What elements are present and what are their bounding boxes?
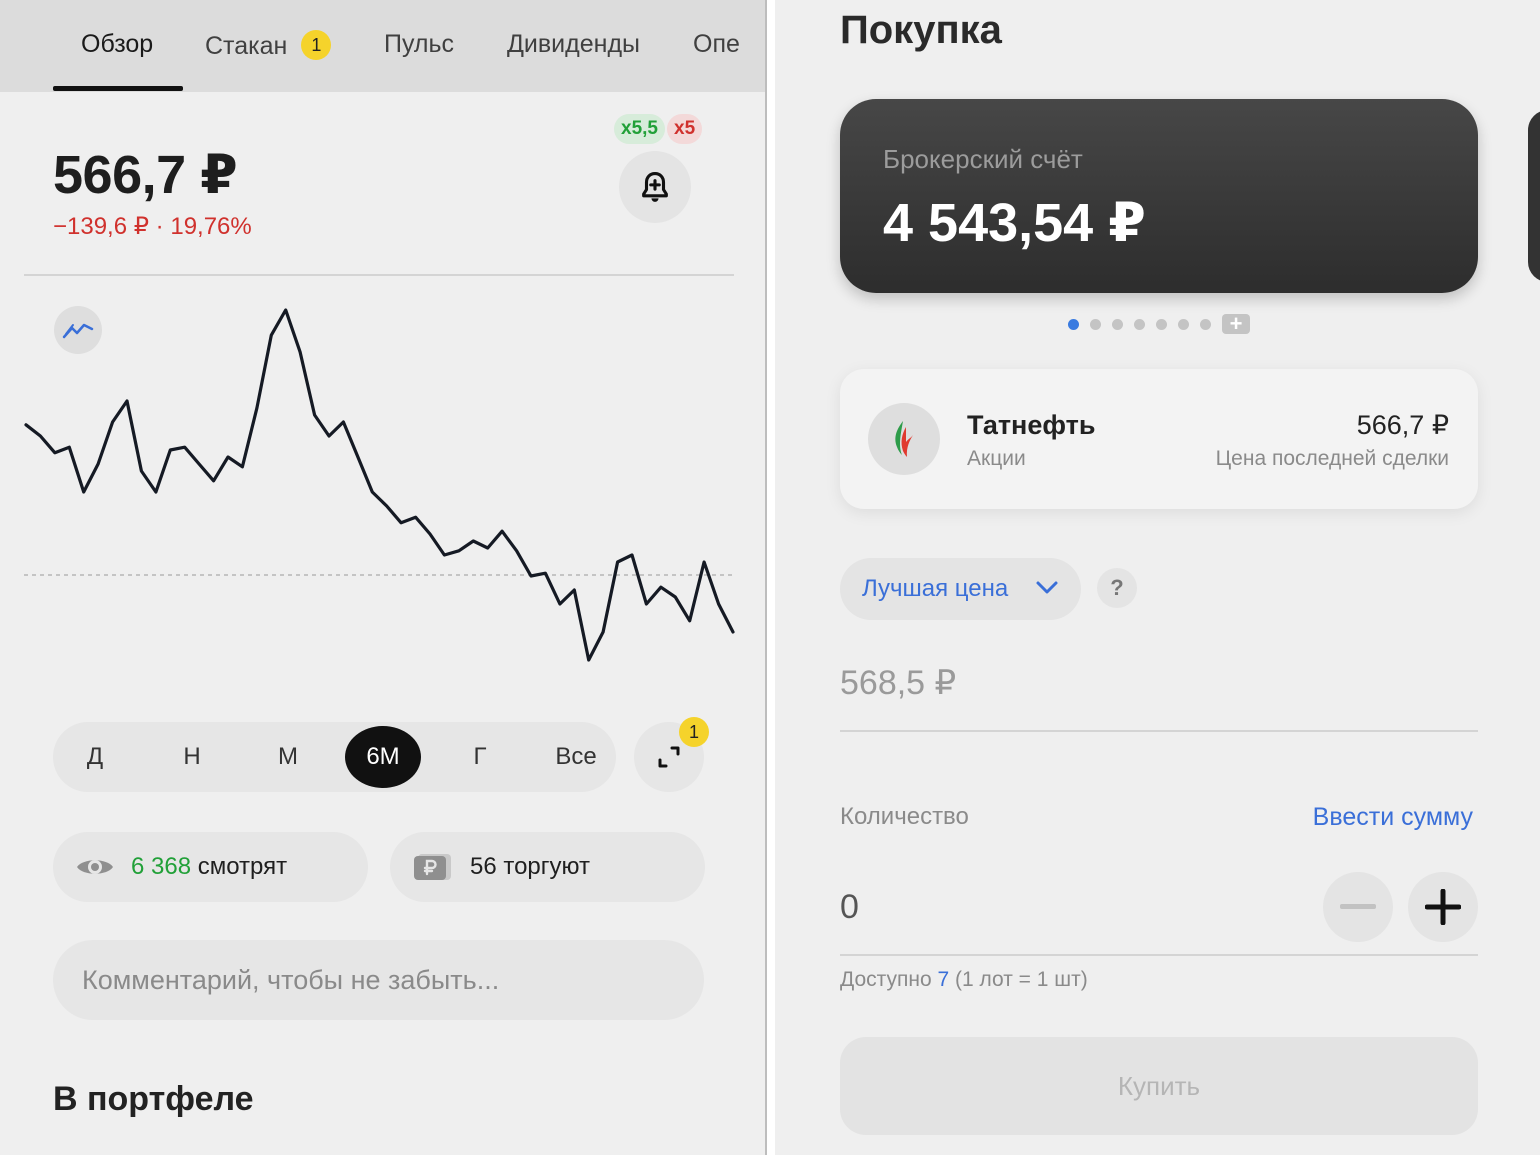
pager-dot[interactable] <box>1156 318 1167 330</box>
comment-input[interactable]: Комментарий, чтобы не забыть... <box>53 940 704 1020</box>
tab-pulse[interactable]: Пульс <box>384 30 454 59</box>
period-6m[interactable]: 6М <box>345 726 421 788</box>
order-book-badge: 1 <box>301 30 332 60</box>
eye-icon <box>77 860 113 874</box>
trend-icon <box>62 323 94 339</box>
pager-dot[interactable] <box>1090 318 1101 330</box>
leverage-long-badge: x5,5 <box>614 114 665 144</box>
pager-dot[interactable] <box>1134 318 1145 330</box>
buy-button[interactable]: Купить <box>840 1037 1478 1135</box>
active-tab-indicator <box>53 86 183 91</box>
increment-button[interactable] <box>1408 872 1478 942</box>
leverage-short-badge: x5 <box>667 114 703 144</box>
next-account-card[interactable] <box>1528 110 1540 282</box>
help-button[interactable]: ? <box>1097 568 1137 608</box>
available-suffix: (1 лот = 1 шт) <box>955 968 1088 991</box>
available-info: Доступно 7 (1 лот = 1 шт) <box>840 968 1088 992</box>
last-price: 566,7 ₽ <box>1356 410 1449 440</box>
add-account-icon[interactable]: + <box>1222 313 1250 335</box>
minus-icon <box>1340 904 1376 909</box>
chevron-down-icon <box>1036 581 1058 594</box>
current-price: 566,7 ₽ <box>53 145 238 205</box>
page-title: Покупка <box>840 8 1002 52</box>
order-type-label: Лучшая цена <box>862 575 1009 602</box>
account-label: Брокерский счёт <box>883 144 1083 174</box>
quantity-label: Количество <box>840 803 969 830</box>
buy-order-panel: Покупка Брокерский счёт 4 543,54 ₽ + Тат… <box>775 0 1540 1155</box>
fullscreen-badge: 1 <box>679 717 709 747</box>
period-year[interactable]: Г <box>438 722 522 792</box>
account-pager: + <box>1068 313 1250 335</box>
tab-overview[interactable]: Обзор <box>81 30 153 59</box>
price-line <box>24 308 735 662</box>
last-price-label: Цена последней сделки <box>1215 447 1449 470</box>
ruble-card-icon <box>414 854 451 880</box>
instrument-overview-panel: Обзор Стакан 1 Пульс Дивиденды Опе 566,7 … <box>0 0 765 1155</box>
period-month[interactable]: М <box>246 722 330 792</box>
decrement-button[interactable] <box>1323 872 1393 942</box>
tab-order-book[interactable]: Стакан 1 <box>205 30 332 61</box>
available-count: 7 <box>937 968 950 991</box>
order-type-select[interactable]: Лучшая цена <box>840 558 1081 620</box>
price-alert-button[interactable] <box>619 151 691 223</box>
watchers-pill[interactable]: 6 368 смотрят <box>53 832 368 902</box>
available-prefix: Доступно <box>840 968 932 991</box>
limit-price-field[interactable]: 568,5 ₽ <box>840 663 956 703</box>
account-card[interactable]: Брокерский счёт 4 543,54 ₽ <box>840 99 1478 293</box>
tab-bar: Обзор Стакан 1 Пульс Дивиденды Опе <box>0 0 765 92</box>
watchers-count: 6 368 <box>131 853 192 880</box>
enter-sum-link[interactable]: Ввести сумму <box>1313 803 1473 832</box>
instrument-type: Акции <box>967 447 1026 470</box>
tab-dividends[interactable]: Дивиденды <box>507 30 640 59</box>
panel-divider <box>765 0 775 1155</box>
divider-line <box>840 954 1478 956</box>
divider-line <box>24 274 734 276</box>
tab-order-book-label: Стакан <box>205 32 288 60</box>
divider-line <box>840 730 1478 732</box>
period-selector: Д Н М 6М Г Все <box>53 722 616 792</box>
bell-plus-icon <box>642 171 668 202</box>
pager-dot[interactable] <box>1200 318 1211 330</box>
period-week[interactable]: Н <box>150 722 234 792</box>
plus-icon <box>1425 889 1461 925</box>
pager-dot[interactable] <box>1178 318 1189 330</box>
instrument-card[interactable]: Татнефть Акции 566,7 ₽ Цена последней сд… <box>840 369 1478 509</box>
price-chart[interactable] <box>0 290 765 690</box>
pager-dot[interactable] <box>1068 318 1079 330</box>
period-day[interactable]: Д <box>53 722 137 792</box>
tatneft-logo-icon <box>868 403 940 475</box>
quantity-field[interactable]: 0 <box>840 888 859 927</box>
tab-operations[interactable]: Опе <box>693 30 740 59</box>
account-balance: 4 543,54 ₽ <box>883 193 1146 253</box>
traders-pill[interactable]: 56 торгуют <box>390 832 705 902</box>
period-all[interactable]: Все <box>534 722 618 792</box>
instrument-name: Татнефть <box>967 410 1096 440</box>
pager-dot[interactable] <box>1112 318 1123 330</box>
chart-type-button[interactable] <box>54 306 102 354</box>
traders-count: 56 торгуют <box>470 853 590 880</box>
price-change: −139,6 ₽ · 19,76% <box>53 213 252 240</box>
expand-icon <box>658 746 680 768</box>
portfolio-heading: В портфеле <box>53 1080 254 1118</box>
watchers-label: смотрят <box>197 853 288 880</box>
